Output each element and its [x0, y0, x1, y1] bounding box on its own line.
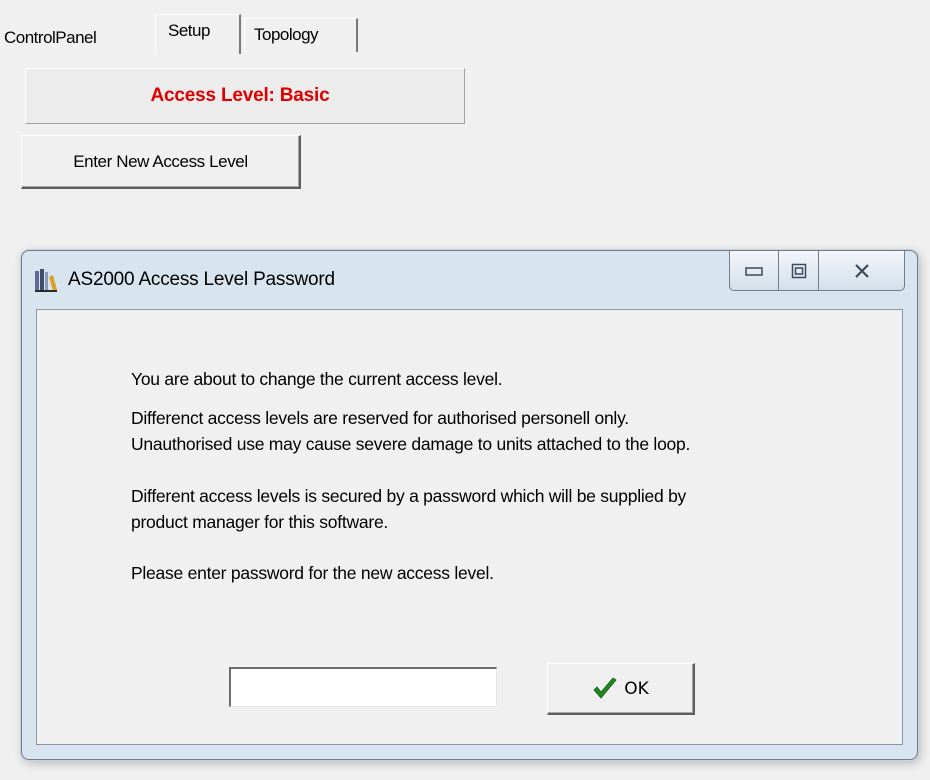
message-warning: Differenct access levels are reserved fo…	[131, 408, 691, 454]
access-level-panel: Access Level: Basic	[25, 68, 465, 124]
message-password-info: Different access levels is secured by a …	[131, 486, 687, 532]
dialog-body: You are about to change the current acce…	[36, 309, 903, 745]
ok-button[interactable]: OK	[547, 663, 695, 715]
close-button[interactable]	[819, 251, 905, 291]
access-level-password-dialog: AS2000 Access Level Password You are abo…	[21, 250, 918, 760]
close-icon	[854, 263, 869, 278]
dialog-titlebar[interactable]: AS2000 Access Level Password	[22, 251, 917, 309]
minimize-icon	[745, 266, 763, 276]
tab-setup[interactable]: Setup	[155, 14, 241, 54]
tab-topology[interactable]: Topology	[244, 18, 358, 52]
dialog-title: AS2000 Access Level Password	[68, 269, 335, 290]
tab-bar: ControlPanel Setup Topology	[0, 0, 930, 54]
ok-label: OK	[624, 678, 649, 699]
message-line: You are about to change the current acce…	[131, 369, 503, 389]
maximize-icon	[791, 263, 806, 278]
app-window: ControlPanel Setup Topology Access Level…	[0, 0, 930, 780]
minimize-button[interactable]	[729, 251, 779, 291]
access-level-label: Access Level: Basic	[150, 85, 330, 106]
message-prompt: Please enter password for the new access…	[131, 563, 494, 583]
checkmark-icon	[593, 676, 617, 699]
books-app-icon	[35, 269, 57, 292]
password-input[interactable]	[229, 667, 497, 707]
tab-controlpanel[interactable]: ControlPanel	[4, 28, 97, 48]
window-controls	[729, 251, 905, 291]
maximize-button[interactable]	[779, 251, 819, 291]
enter-new-access-level-button[interactable]: Enter New Access Level	[21, 135, 301, 189]
